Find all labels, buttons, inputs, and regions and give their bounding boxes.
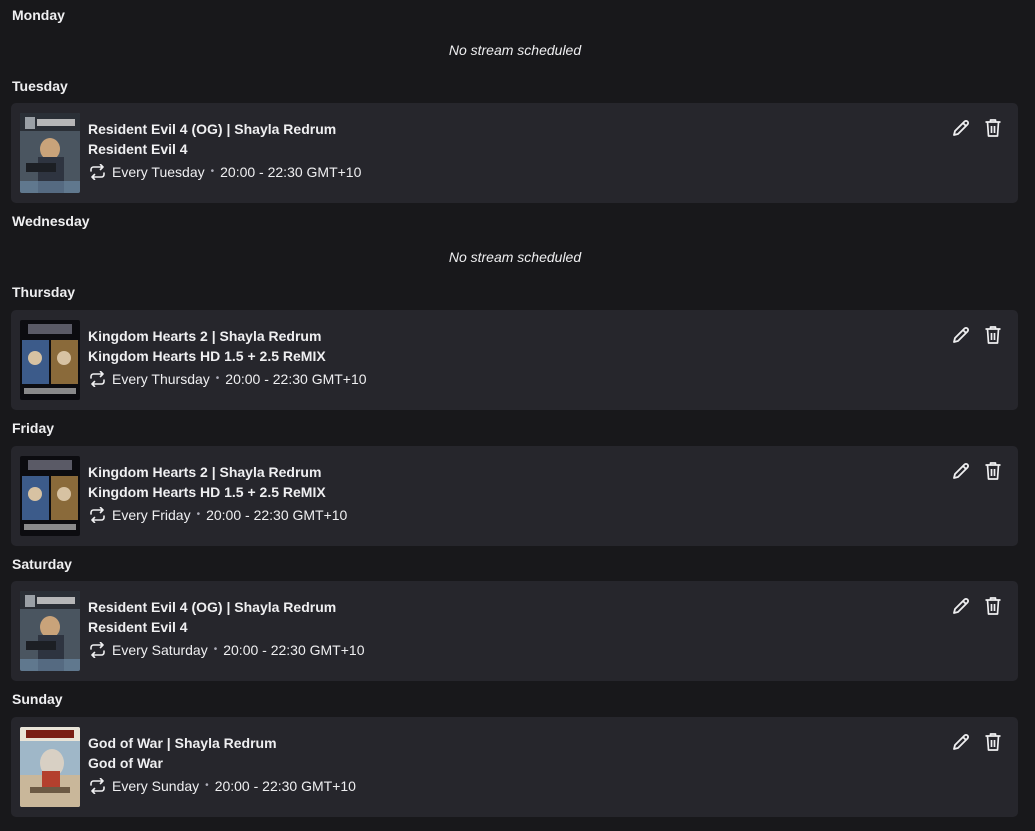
kingdom-hearts-cover-art: [20, 320, 80, 400]
delete-button[interactable]: [981, 730, 1005, 754]
repeat-text: Every Thursday: [112, 371, 210, 387]
game-name: Kingdom Hearts HD 1.5 + 2.5 ReMIX: [88, 348, 326, 364]
god-of-war-cover-art: [20, 727, 80, 807]
delete-button[interactable]: [981, 323, 1005, 347]
schedule-card-sunday[interactable]: God of War | Shayla Redrum God of War Ev…: [11, 717, 1018, 817]
time-range: 20:00 - 22:30 GMT+10: [220, 164, 362, 180]
edit-button[interactable]: [949, 459, 973, 483]
repeat-icon: [88, 506, 107, 524]
schedule-card-tuesday[interactable]: Resident Evil 4 (OG) | Shayla Redrum Res…: [11, 103, 1018, 203]
separator-dot: •: [210, 166, 215, 177]
pencil-icon: [953, 734, 969, 750]
game-name: Kingdom Hearts HD 1.5 + 2.5 ReMIX: [88, 484, 326, 500]
pencil-icon: [953, 598, 969, 614]
separator-dot: •: [196, 509, 201, 520]
stream-recurrence: Every Tuesday • 20:00 - 22:30 GMT+10: [88, 163, 361, 181]
stream-recurrence: Every Friday • 20:00 - 22:30 GMT+10: [88, 506, 347, 524]
stream-title: Resident Evil 4 (OG) | Shayla Redrum: [88, 121, 337, 137]
game-name: Resident Evil 4: [88, 141, 188, 157]
edit-button[interactable]: [949, 730, 973, 754]
stream-title: God of War | Shayla Redrum: [88, 735, 277, 751]
separator-dot: •: [205, 780, 209, 791]
day-label-sunday: Sunday: [12, 691, 63, 707]
stream-recurrence: Every Sunday • 20:00 - 22:30 GMT+10: [88, 777, 356, 795]
time-range: 20:00 - 22:30 GMT+10: [223, 642, 365, 658]
kingdom-hearts-cover-art: [20, 456, 80, 536]
pencil-icon: [953, 463, 969, 479]
pencil-icon: [953, 327, 969, 343]
no-stream-note-wednesday: No stream scheduled: [448, 249, 582, 265]
trash-icon: [985, 733, 1001, 751]
day-label-tuesday: Tuesday: [12, 78, 68, 94]
repeat-icon: [88, 370, 107, 388]
trash-icon: [985, 119, 1001, 137]
repeat-icon: [88, 777, 107, 795]
time-range: 20:00 - 22:30 GMT+10: [225, 371, 367, 387]
repeat-text: Every Friday: [112, 507, 191, 523]
stream-schedule: Monday No stream scheduled Tuesday Resid…: [0, 0, 1035, 831]
separator-dot: •: [215, 373, 220, 384]
stream-recurrence: Every Thursday • 20:00 - 22:30 GMT+10: [88, 370, 367, 388]
repeat-icon: [88, 641, 107, 659]
day-label-friday: Friday: [12, 420, 55, 436]
resident-evil-4-cover-art: [20, 591, 80, 671]
stream-title: Kingdom Hearts 2 | Shayla Redrum: [88, 464, 322, 480]
edit-button[interactable]: [949, 323, 973, 347]
stream-title: Resident Evil 4 (OG) | Shayla Redrum: [88, 599, 337, 615]
trash-icon: [985, 326, 1001, 344]
time-range: 20:00 - 22:30 GMT+10: [206, 507, 348, 523]
day-label-wednesday: Wednesday: [12, 213, 90, 229]
resident-evil-4-cover-art: [20, 113, 80, 193]
repeat-text: Every Saturday: [112, 642, 208, 658]
schedule-card-thursday[interactable]: Kingdom Hearts 2 | Shayla Redrum Kingdom…: [11, 310, 1018, 410]
day-label-saturday: Saturday: [12, 556, 72, 572]
time-range: 20:00 - 22:30 GMT+10: [214, 778, 356, 794]
delete-button[interactable]: [981, 116, 1005, 140]
day-label-thursday: Thursday: [12, 284, 76, 300]
stream-recurrence: Every Saturday • 20:00 - 22:30 GMT+10: [88, 641, 365, 659]
pencil-icon: [953, 120, 969, 136]
repeat-text: Every Tuesday: [112, 164, 205, 180]
game-name: Resident Evil 4: [88, 619, 188, 635]
day-label-monday: Monday: [12, 7, 65, 23]
repeat-text: Every Sunday: [112, 778, 200, 794]
trash-icon: [985, 597, 1001, 615]
schedule-card-saturday[interactable]: Resident Evil 4 (OG) | Shayla Redrum Res…: [11, 581, 1018, 681]
schedule-card-friday[interactable]: Kingdom Hearts 2 | Shayla Redrum Kingdom…: [11, 446, 1018, 546]
game-name: God of War: [88, 755, 163, 771]
delete-button[interactable]: [981, 594, 1005, 618]
edit-button[interactable]: [949, 116, 973, 140]
separator-dot: •: [213, 644, 218, 655]
edit-button[interactable]: [949, 594, 973, 618]
repeat-icon: [88, 163, 107, 181]
no-stream-note-monday: No stream scheduled: [448, 42, 582, 58]
stream-title: Kingdom Hearts 2 | Shayla Redrum: [88, 328, 322, 344]
trash-icon: [985, 462, 1001, 480]
delete-button[interactable]: [981, 459, 1005, 483]
